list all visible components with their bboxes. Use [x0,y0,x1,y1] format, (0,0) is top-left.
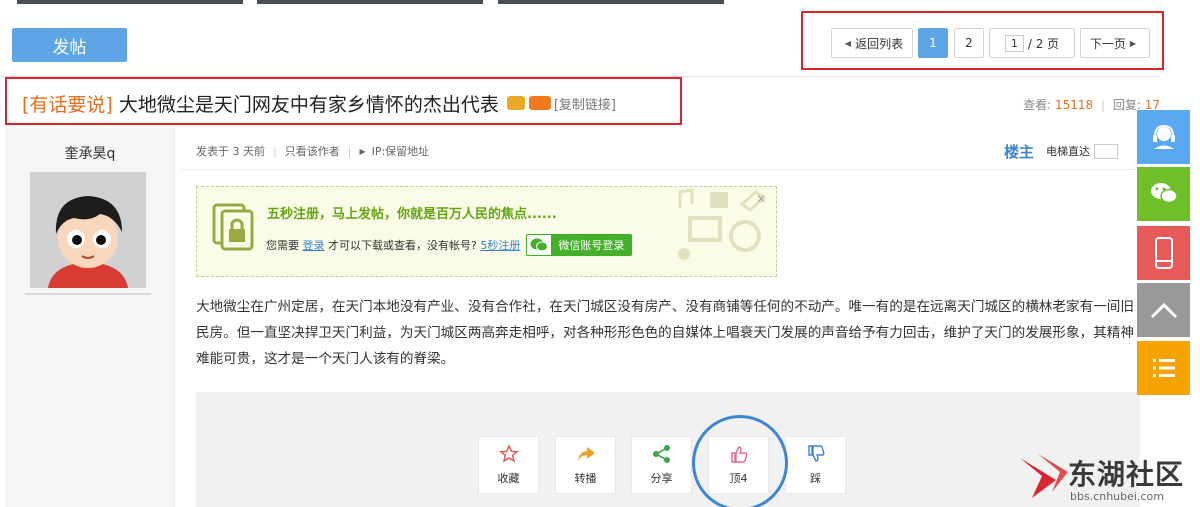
post-content: 大地微尘在广州定居，在天门本地没有产业、没有合作社，在天门城区没有房产、没有商铺… [196,299,1134,367]
stats-separator: | [1100,98,1106,112]
back-to-list-label: 返回列表 [855,36,904,51]
favorite-label: 收藏 [497,472,520,485]
mobile-float-button[interactable] [1137,226,1190,280]
post-time: 发表于 3 天前 [196,145,265,158]
elevator-input[interactable] [1094,143,1118,159]
new-post-button[interactable]: 发帖 [12,28,127,62]
meta-separator: | [347,144,352,158]
avatar-cartoon-boy [30,172,146,288]
page-2-button[interactable]: 2 [954,28,984,58]
wechat-icon [526,234,553,256]
views-count: 15118 [1054,98,1094,112]
elevator-label: 电梯直达 [1046,145,1090,158]
thumbnail-image[interactable] [17,0,243,4]
login-prompt-line: 您需要 登录 才可以下载或查看，没有帐号? 5秒注册 微信账号登录 [266,234,633,256]
post-meta: 发表于 3 天前 | 只看该作者 | ▶ IP:保留地址 [196,143,429,159]
thumbs-down-icon [807,445,824,462]
star-icon [498,444,519,463]
login-prompt-title: 五秒注册，马上发帖，你就是百万人民的焦点...... [267,207,557,222]
forward-arrow-icon [577,447,595,461]
chevron-left-icon: ◀ [844,38,852,48]
customer-service-icon [1152,124,1175,149]
meta-separator: | [273,144,277,158]
brand-url: bbs.cnhubei.com [1070,490,1164,503]
lock-icon [212,203,254,251]
close-icon[interactable]: ✕ [756,192,766,206]
only-author-link[interactable]: 只看该作者 [285,143,340,159]
next-page-button[interactable]: 下一页 ▶ [1080,28,1150,58]
thread-title: 大地微尘是天门网友中有家乡情怀的杰出代表 [118,93,499,116]
back-to-top-icon [1150,302,1177,319]
back-to-list-button[interactable]: ◀ 返回列表 [831,28,913,58]
wechat-login-label: 微信账号登录 [558,239,625,252]
brand-name: 东湖社区 [1068,458,1185,491]
favorite-button[interactable]: 收藏 [478,436,539,494]
next-page-label: 下一页 [1089,36,1126,51]
copy-link-button[interactable]: [复制链接] [554,94,616,113]
author-name-link[interactable]: 奎承昊q [5,143,175,163]
thread-category-link[interactable]: [有话要说] [22,90,113,117]
forward-button[interactable]: 转播 [555,436,616,494]
like-highlight-circle [692,415,788,507]
customer-service-button[interactable] [1137,110,1190,164]
share-icon [652,445,670,463]
divider [180,169,1140,170]
views-label: 查看: [1023,98,1052,112]
top-image-strip [0,0,1200,4]
wechat-login-button[interactable]: 微信账号登录 [526,234,633,256]
thread-title-row: [有话要说] 大地微尘是天门网友中有家乡情怀的杰出代表 [复制链接] [22,90,616,116]
login-text-before: 您需要 [266,239,299,252]
fire-badge-icon [528,96,551,110]
hot-badge-icon [506,96,525,110]
floor-label: 楼主 [1004,143,1035,161]
register-link[interactable]: 5秒注册 [480,237,520,253]
mobile-icon [1154,237,1173,269]
list-float-button[interactable] [1137,341,1190,395]
back-to-top-button[interactable] [1137,283,1190,337]
wechat-icon [1150,183,1178,204]
dislike-button[interactable]: 踩 [785,436,846,494]
wechat-float-button[interactable] [1137,167,1190,221]
list-icon [1152,359,1175,377]
page-jump-input[interactable]: 1 [1004,34,1024,52]
page-1-button[interactable]: 1 [918,28,948,58]
thumbnail-image[interactable] [498,0,724,4]
dislike-label: 踩 [810,472,821,485]
divider [25,293,151,295]
share-button[interactable]: 分享 [631,436,692,494]
chevron-right-icon: ▶ [1129,38,1137,48]
login-link[interactable]: 登录 [303,237,325,253]
login-text-middle: 才可以下载或查看，没有帐号? [328,239,477,252]
author-avatar[interactable] [30,172,146,288]
page-total-label: / 2 页 [1027,36,1060,51]
elevator-jump: 电梯直达 [1046,143,1118,159]
share-label: 分享 [650,472,673,485]
forward-label: 转播 [574,472,597,485]
post-ip: IP:保留地址 [371,145,430,158]
caret-right-icon: ▶ [359,146,366,156]
page-jump: 1 / 2 页 [989,28,1075,58]
thumbnail-image[interactable] [257,0,483,4]
